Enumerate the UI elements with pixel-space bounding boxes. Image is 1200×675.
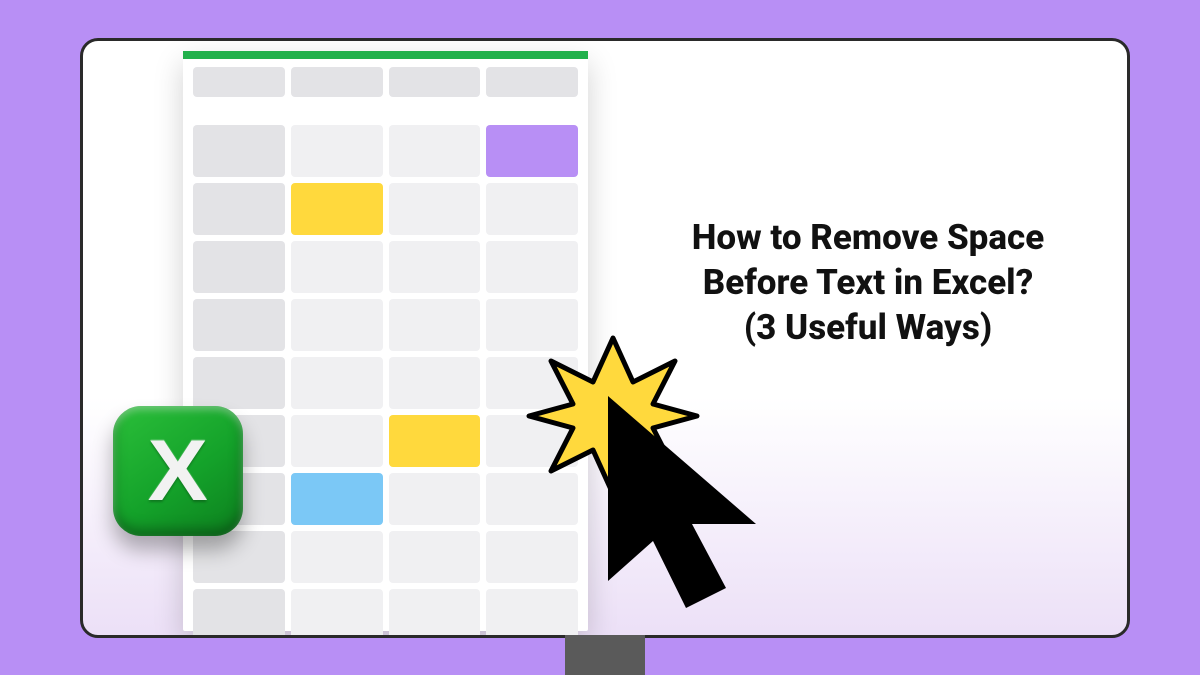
cell xyxy=(389,589,481,638)
cell xyxy=(389,531,481,583)
cell xyxy=(389,357,481,409)
cell xyxy=(193,299,285,351)
cell xyxy=(193,125,285,177)
column-header xyxy=(389,67,481,97)
cell xyxy=(291,415,383,467)
cell xyxy=(291,357,383,409)
cell xyxy=(389,473,481,525)
cell xyxy=(291,241,383,293)
title-line: Before Text in Excel? xyxy=(628,261,1108,306)
sheet-accent-bar xyxy=(183,51,588,59)
cell xyxy=(291,125,383,177)
column-header xyxy=(193,67,285,97)
excel-x-letter: X xyxy=(148,422,208,521)
cursor-click-graphic xyxy=(518,321,838,638)
cell xyxy=(291,531,383,583)
cell xyxy=(389,299,481,351)
cell-highlight-blue xyxy=(291,473,383,525)
cell xyxy=(291,299,383,351)
cell-highlight-purple xyxy=(486,125,578,177)
excel-app-icon: X xyxy=(113,406,243,536)
cursor-arrow-icon xyxy=(608,396,756,608)
cell-highlight-yellow xyxy=(389,415,481,467)
monitor-frame: X How to Remove Space Before Text in Exc… xyxy=(80,38,1130,638)
cell xyxy=(486,241,578,293)
column-header xyxy=(486,67,578,97)
cell xyxy=(193,241,285,293)
cell xyxy=(193,531,285,583)
cell xyxy=(486,183,578,235)
cell xyxy=(389,183,481,235)
cell xyxy=(389,241,481,293)
cell xyxy=(389,125,481,177)
cell xyxy=(193,183,285,235)
title-line: How to Remove Space xyxy=(628,216,1108,261)
cell-highlight-yellow xyxy=(291,183,383,235)
cell xyxy=(193,589,285,638)
monitor-stand xyxy=(565,635,645,675)
column-header xyxy=(291,67,383,97)
cell xyxy=(193,357,285,409)
cell xyxy=(291,589,383,638)
